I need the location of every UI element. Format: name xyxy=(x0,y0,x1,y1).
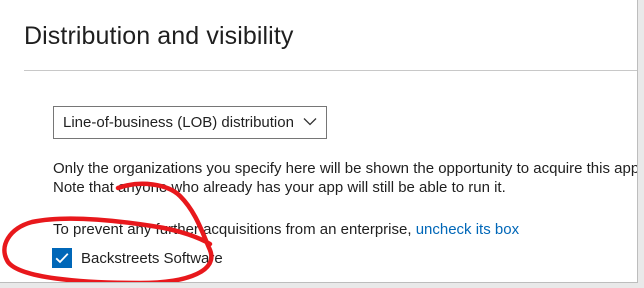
info-line-1: Only the organizations you specify here … xyxy=(53,160,638,177)
enterprise-checkbox-row[interactable]: Backstreets Software xyxy=(52,248,223,268)
prevent-acquisition-text: To prevent any further acquisitions from… xyxy=(53,221,519,238)
distribution-dropdown-value: Line-of-business (LOB) distribution xyxy=(63,114,294,131)
info-line-2: Note that anyone who already has your ap… xyxy=(53,179,506,196)
distribution-info-text: Only the organizations you specify here … xyxy=(53,159,638,197)
distribution-dropdown[interactable]: Line-of-business (LOB) distribution xyxy=(53,106,327,139)
chevron-down-icon xyxy=(303,118,317,126)
page-title: Distribution and visibility xyxy=(24,22,294,50)
backstreets-software-checkbox[interactable] xyxy=(52,248,72,268)
checkmark-icon xyxy=(55,253,69,264)
title-divider xyxy=(24,70,637,71)
distribution-panel: Distribution and visibility Line-of-busi… xyxy=(0,0,638,283)
uncheck-box-link[interactable]: uncheck its box xyxy=(416,221,519,238)
prevent-acquisition-label: To prevent any further acquisitions from… xyxy=(53,221,416,238)
backstreets-software-label: Backstreets Software xyxy=(81,249,223,267)
